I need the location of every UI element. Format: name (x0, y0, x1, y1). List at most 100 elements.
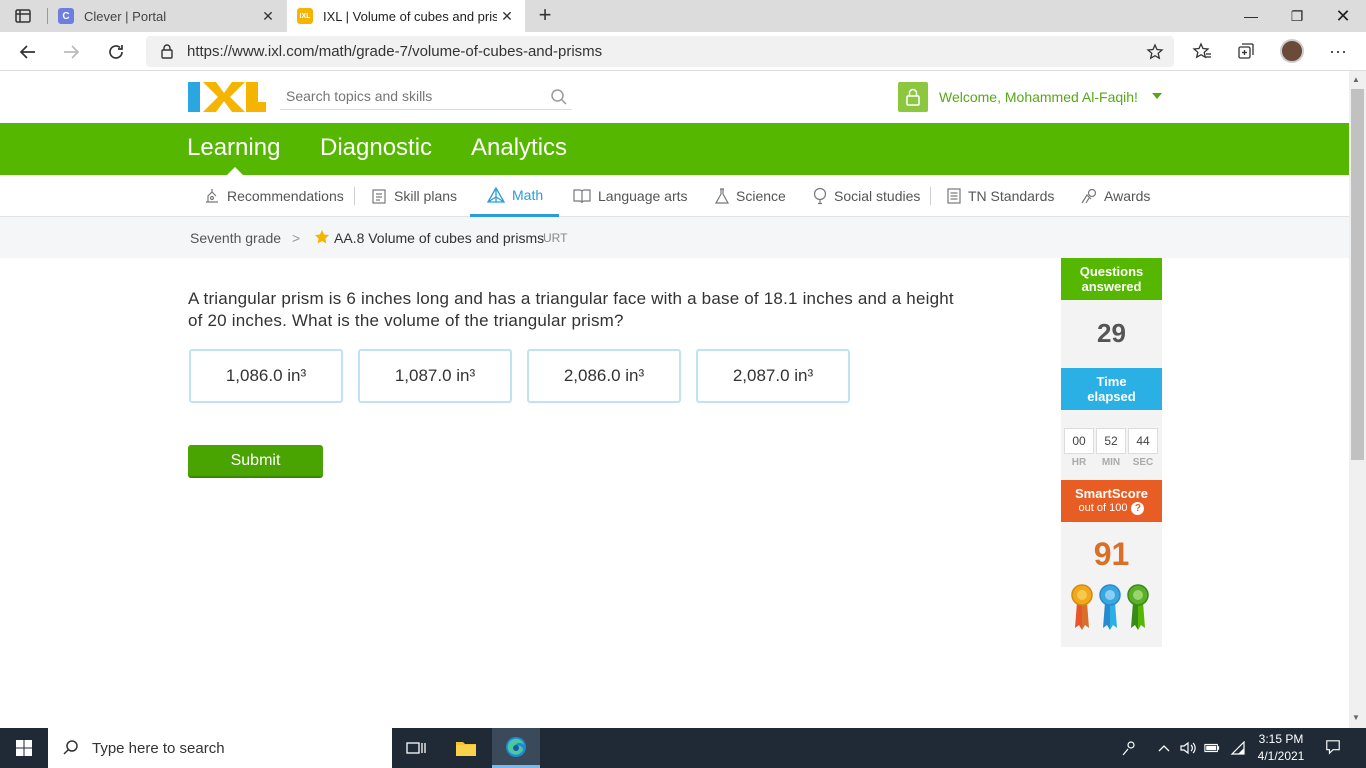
task-view-button[interactable] (392, 728, 440, 768)
standards-icon (947, 188, 961, 204)
subject-recommendations[interactable]: Recommendations (203, 175, 344, 217)
more-menu-icon[interactable]: ··· (1326, 39, 1350, 63)
tab-ixl-volume[interactable]: IXL IXL | Volume of cubes and prisms ✕ (287, 0, 525, 32)
subject-skill-plans[interactable]: Skill plans (370, 175, 457, 217)
back-button[interactable] (15, 39, 41, 65)
lock-icon[interactable] (160, 43, 174, 59)
subject-label: Recommendations (227, 188, 344, 204)
refresh-button[interactable] (103, 39, 129, 65)
skill-plans-icon (372, 189, 386, 204)
add-favorite-icon[interactable] (1146, 43, 1164, 61)
subject-label: Language arts (598, 188, 688, 204)
start-button[interactable] (0, 728, 48, 768)
answer-choice-1[interactable]: 1,086.0 in³ (189, 349, 343, 403)
smartscore-value: 91 (1093, 536, 1130, 572)
edge-taskbar-button[interactable] (492, 728, 540, 768)
time-minutes: 52 (1096, 428, 1126, 454)
close-tab-icon[interactable]: ✕ (497, 8, 517, 25)
subject-nav: Recommendations Skill plans Math Languag… (0, 175, 1349, 217)
gold-ribbon-icon (1071, 584, 1093, 630)
favorites-icon (1192, 42, 1211, 59)
restore-button[interactable]: ❐ (1274, 0, 1320, 32)
welcome-user-menu[interactable]: Welcome, Mohammed Al-Faqih! (939, 89, 1138, 105)
balloon-icon (813, 187, 827, 205)
scroll-down-icon[interactable]: ▼ (1352, 713, 1360, 722)
collections-icon (1238, 43, 1254, 59)
scroll-up-icon[interactable]: ▲ (1352, 75, 1360, 84)
help-icon[interactable]: ? (1131, 502, 1145, 515)
collections-button[interactable] (1234, 39, 1258, 63)
smartscore-sub-label: out of 100 (1078, 502, 1128, 514)
subject-label: Social studies (834, 188, 921, 204)
ixl-logo[interactable] (188, 82, 266, 112)
ixl-favicon-icon: IXL (297, 8, 313, 24)
subject-tn-standards[interactable]: TN Standards (946, 175, 1054, 217)
nav-learning[interactable]: Learning (187, 134, 280, 162)
people-icon[interactable] (1121, 740, 1137, 756)
time-seconds: 44 (1128, 428, 1158, 454)
time-seconds-label: SEC (1132, 457, 1154, 468)
green-ribbon-icon (1127, 584, 1149, 630)
awards-icon (1081, 188, 1097, 204)
new-tab-button[interactable]: + (533, 3, 557, 27)
forward-button[interactable] (58, 39, 84, 65)
answer-choice-3[interactable]: 2,086.0 in³ (527, 349, 681, 403)
chevron-up-icon[interactable] (1156, 740, 1172, 756)
submit-button[interactable]: Submit (188, 445, 323, 478)
nav-diagnostic[interactable]: Diagnostic (320, 134, 432, 162)
ixl-header: Welcome, Mohammed Al-Faqih! (0, 71, 1349, 123)
subject-social-studies[interactable]: Social studies (812, 175, 920, 217)
edge-browser-icon (506, 736, 526, 757)
clock-date: 4/1/2021 (1257, 749, 1305, 763)
question-text: A triangular prism is 6 inches long and … (188, 289, 954, 330)
subject-language-arts[interactable]: Language arts (572, 175, 688, 217)
subject-label: Science (736, 188, 786, 204)
profile-button[interactable] (1280, 39, 1304, 63)
breadcrumb-grade[interactable]: Seventh grade (190, 230, 281, 246)
chevron-down-icon[interactable] (1152, 93, 1162, 99)
subject-awards[interactable]: Awards (1080, 175, 1150, 217)
address-bar: https://www.ixl.com/math/grade-7/volume-… (0, 32, 1366, 71)
file-explorer-button[interactable] (442, 728, 490, 768)
answer-choice-4[interactable]: 2,087.0 in³ (696, 349, 850, 403)
taskbar-search[interactable]: Type here to search (48, 728, 392, 768)
user-icon[interactable] (898, 82, 928, 112)
time-hours: 00 (1064, 428, 1094, 454)
time-hours-label: HR (1071, 457, 1087, 468)
notifications-icon[interactable] (1325, 739, 1341, 755)
questions-answered-label: answered (1081, 279, 1142, 294)
questions-answered-header: Questions answered (1061, 258, 1162, 300)
book-icon (573, 189, 591, 204)
tab-actions-icon[interactable] (14, 7, 32, 25)
favorites-button[interactable] (1190, 39, 1214, 63)
tab-title: Clever | Portal (84, 8, 167, 24)
time-elapsed-label: Time (1096, 374, 1127, 389)
avatar (1280, 39, 1304, 63)
time-elapsed-header: Time elapsed (1061, 368, 1162, 410)
search-input[interactable] (280, 84, 540, 108)
answer-choice-2[interactable]: 1,087.0 in³ (358, 349, 512, 403)
battery-icon[interactable] (1204, 740, 1220, 756)
minimize-button[interactable]: — (1228, 0, 1274, 32)
page-scrollbar[interactable]: ▲ ▼ (1349, 71, 1366, 728)
subject-label: Math (512, 186, 544, 203)
breadcrumb: Seventh grade > AA.8 Volume of cubes and… (0, 217, 1349, 258)
skill-code: URT (543, 231, 568, 245)
tab-clever-portal[interactable]: C Clever | Portal ✕ (48, 0, 286, 32)
windows-taskbar: Type here to search 3:15 PM 4/1/2021 (0, 728, 1366, 768)
close-tab-icon[interactable]: ✕ (258, 8, 278, 25)
url-field[interactable]: https://www.ixl.com/math/grade-7/volume-… (146, 36, 1174, 67)
taskbar-search-placeholder: Type here to search (92, 739, 225, 757)
scroll-thumb[interactable] (1351, 89, 1364, 460)
search-icon[interactable] (550, 88, 568, 106)
volume-icon[interactable] (1180, 740, 1196, 756)
questions-answered-count: 29 (1097, 318, 1126, 348)
subject-science[interactable]: Science (714, 175, 786, 217)
wifi-icon[interactable] (1230, 740, 1246, 756)
nav-analytics[interactable]: Analytics (471, 134, 567, 162)
search-box[interactable] (280, 84, 572, 110)
subject-math[interactable]: Math (470, 175, 560, 217)
close-window-button[interactable]: ✕ (1320, 0, 1366, 32)
divider (930, 187, 931, 205)
system-clock[interactable]: 3:15 PM 4/1/2021 (1250, 731, 1312, 765)
